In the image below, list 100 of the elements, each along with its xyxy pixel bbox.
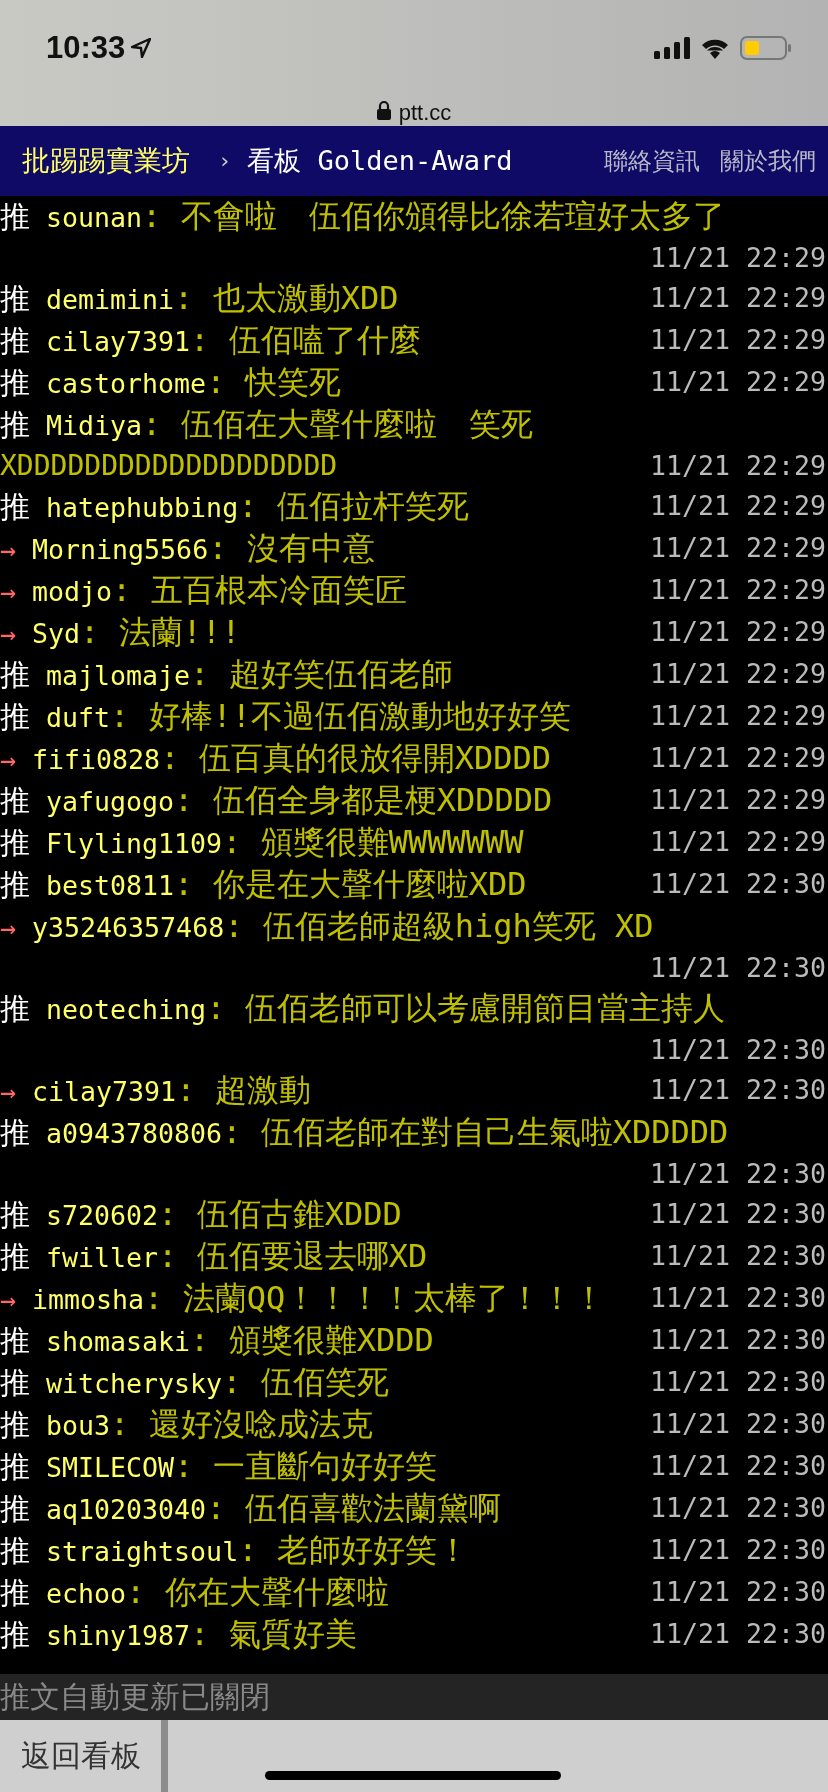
push-content: : 你是在大聲什麼啦XDD (174, 864, 527, 903)
push-username: fifi0828 (31, 743, 161, 775)
push-content: : 五百根本冷面笑匠 (112, 570, 407, 609)
arrow-tag: → (0, 575, 16, 607)
push-tag: 推 (0, 198, 30, 234)
push-content: : 也太激動XDD (174, 278, 399, 317)
push-username: shiny1987 (45, 1619, 191, 1651)
push-time: 11/21 22:29 (649, 280, 826, 315)
push-time: 11/21 22:29 (649, 572, 826, 607)
push-tag: 推 (0, 280, 30, 316)
arrow-tag: → (0, 743, 16, 775)
push-username: s720602 (45, 1199, 159, 1231)
push-time: 11/21 22:29 (649, 614, 826, 649)
push-time: 11/21 22:29 (649, 240, 826, 275)
nav-link[interactable]: 關於我們 (720, 144, 816, 177)
push-content: : 頒獎很難XDDD (190, 1320, 434, 1359)
push-username: echoo (45, 1577, 127, 1609)
push-tag: 推 (0, 698, 30, 734)
signal-icon (654, 37, 690, 59)
push-tag: 推 (0, 990, 30, 1026)
push-username: immosha (31, 1283, 145, 1315)
push-time: 11/21 22:29 (649, 488, 826, 523)
push-username: a0943780806 (45, 1117, 223, 1149)
push-tag: 推 (0, 1238, 30, 1274)
nav-link[interactable]: 聯絡資訊 (604, 144, 700, 177)
push-username: majlomaje (45, 659, 191, 691)
site-logo-link[interactable]: 批踢踢實業坊 (22, 141, 190, 180)
push-content: : 超好笑伍佰老師 (190, 654, 453, 693)
push-username: hatephubbing (45, 491, 239, 523)
status-time: 10:33 (46, 30, 126, 66)
push-content: : 伍佰老師可以考慮開節目當主持人 (206, 988, 725, 1027)
push-username: best0811 (45, 869, 175, 901)
push-time: 11/21 22:30 (649, 1490, 826, 1525)
push-username: cilay7391 (31, 1075, 177, 1107)
url-text[interactable]: ptt.cc (398, 100, 452, 126)
push-content: : 不會啦 伍佰你頒得比徐若瑄好太多了 (142, 196, 725, 235)
push-content: : 快笑死 (206, 362, 341, 401)
push-tag: 推 (0, 1114, 30, 1150)
push-tag: 推 (0, 322, 30, 358)
push-time: 11/21 22:30 (649, 866, 826, 901)
push-username: Midiya (45, 409, 143, 441)
push-content: : 伍佰喜歡法蘭黛啊 (206, 1488, 501, 1527)
board-link[interactable]: 看板 Golden-Award (247, 142, 513, 179)
push-tag: 推 (0, 1196, 30, 1232)
push-username: castorhome (45, 367, 207, 399)
push-time: 11/21 22:29 (649, 740, 826, 775)
push-tag: 推 (0, 656, 30, 692)
push-username: demimini (45, 283, 175, 315)
push-time: 11/21 22:29 (649, 364, 826, 399)
push-time: 11/21 22:30 (649, 950, 826, 985)
push-content: : 伍佰老師超級high笑死 XD (224, 906, 654, 945)
push-tag: 推 (0, 782, 30, 818)
auto-update-notice: 推文自動更新已關閉 (0, 1674, 828, 1721)
wifi-icon (700, 37, 730, 59)
push-username: aq10203040 (45, 1493, 207, 1525)
arrow-tag: → (0, 1075, 16, 1107)
push-username: modjo (31, 575, 113, 607)
push-content: : 法蘭!!! (80, 612, 241, 651)
push-username: shomasaki (45, 1325, 191, 1357)
push-time: 11/21 22:30 (649, 1196, 826, 1231)
push-username: y35246357468 (31, 911, 225, 943)
push-time: 11/21 22:29 (649, 782, 826, 817)
arrow-tag: → (0, 617, 16, 649)
push-tag: 推 (0, 1490, 30, 1526)
arrow-tag: → (0, 533, 16, 565)
push-tag: 推 (0, 364, 30, 400)
push-time: 11/21 22:30 (649, 1280, 826, 1315)
push-username: yafugogo (45, 785, 175, 817)
push-username: bou3 (45, 1409, 111, 1441)
push-username: straightsoul (45, 1535, 239, 1567)
push-time: 11/21 22:30 (649, 1364, 826, 1399)
push-content: : 伍佰笑死 (222, 1362, 389, 1401)
push-time: 11/21 22:29 (649, 322, 826, 357)
push-time: 11/21 22:30 (649, 1406, 826, 1441)
push-time: 11/21 22:30 (649, 1072, 826, 1107)
push-tag: 推 (0, 1406, 30, 1442)
push-content: : 伍佰拉杆笑死 (238, 486, 469, 525)
breadcrumb-separator: › (218, 148, 232, 174)
push-content: : 好棒!!不過伍佰激動地好好笑 (110, 696, 572, 735)
push-time: 11/21 22:30 (649, 1156, 826, 1191)
push-content: : 伍佰嗑了什麼 (190, 320, 421, 359)
push-content: : 伍佰在大聲什麼啦 笑死 (142, 404, 533, 443)
push-content: : 伍佰全身都是梗XDDDDD (174, 780, 553, 819)
location-arrow-icon (131, 38, 152, 58)
push-content: : 一直斷句好好笑 (174, 1446, 437, 1485)
push-content: : 伍佰要退去哪XD (158, 1236, 428, 1275)
push-tag: 推 (0, 406, 30, 442)
push-time: 11/21 22:30 (649, 1238, 826, 1273)
push-username: sounan (45, 201, 143, 233)
push-tag: 推 (0, 1448, 30, 1484)
push-tag: 推 (0, 1532, 30, 1568)
push-tag: 推 (0, 1574, 30, 1610)
push-time: 11/21 22:29 (649, 698, 826, 733)
push-tag: 推 (0, 1616, 30, 1652)
push-tag: 推 (0, 824, 30, 860)
push-content: : 還好沒唸成法克 (110, 1404, 373, 1443)
push-time: 11/21 22:29 (649, 530, 826, 565)
push-content: : 頒獎很難WWWWWWW (222, 822, 524, 861)
push-username: witcherysky (45, 1367, 223, 1399)
push-tag: 推 (0, 1322, 30, 1358)
